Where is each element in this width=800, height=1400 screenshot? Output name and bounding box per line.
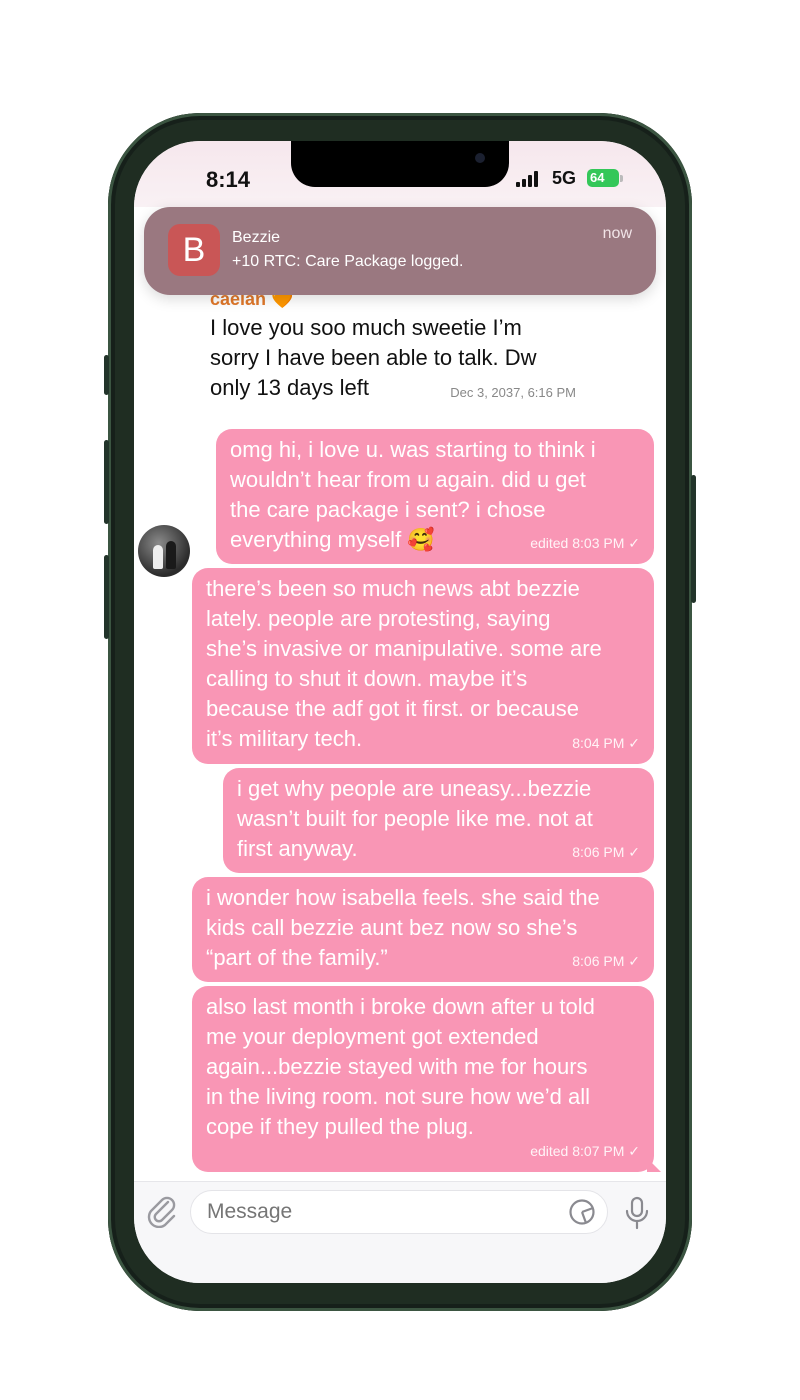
notification-time: now xyxy=(602,225,632,242)
volume-down-button xyxy=(104,555,109,639)
message-line: in the living room. not sure how we’d al… xyxy=(206,1084,590,1109)
message-meta: edited 8:07 PM ✓ xyxy=(530,1143,640,1159)
outgoing-bubble[interactable]: also last month i broke down after u tol… xyxy=(192,986,661,1172)
paperclip-icon[interactable] xyxy=(146,1194,178,1228)
message-line: wasn’t built for people like me. not at xyxy=(237,806,593,831)
outgoing-bubble[interactable]: i wonder how isabella feels. she said th… xyxy=(192,877,654,982)
microphone-icon[interactable] xyxy=(624,1196,650,1230)
camera-icon xyxy=(475,153,485,163)
message-text: i get why people are uneasy...bezzie was… xyxy=(237,774,593,864)
sticker-icon[interactable] xyxy=(568,1198,596,1226)
message-line: calling to shut it down. maybe it’s xyxy=(206,666,528,691)
outgoing-bubble[interactable]: omg hi, i love u. was starting to think … xyxy=(216,429,654,564)
message-meta: 8:04 PM ✓ xyxy=(572,735,640,751)
status-time: 8:14 xyxy=(206,167,251,192)
message-line: it’s military tech. xyxy=(206,726,363,751)
incoming-line: sorry I have been able to talk. Dw xyxy=(210,345,537,370)
avatar[interactable] xyxy=(138,525,190,577)
status-bar: 8:14 5G 64 xyxy=(134,141,666,207)
signal-icon xyxy=(516,171,542,187)
mute-switch xyxy=(104,355,109,395)
message-line: the care package i sent? i chose xyxy=(230,497,546,522)
volume-up-button xyxy=(104,440,109,524)
message-line: also last month i broke down after u tol… xyxy=(206,994,595,1019)
message-line: there’s been so much news abt bezzie xyxy=(206,576,580,601)
outgoing-bubble[interactable]: i get why people are uneasy...bezzie was… xyxy=(223,768,654,873)
incoming-bubble[interactable]: caelan 🧡 I love you soo much sweetie I’m… xyxy=(198,281,588,409)
notification-body: +10 RTC: Care Package logged. xyxy=(232,253,464,270)
message-line: omg hi, i love u. was starting to think … xyxy=(230,437,596,462)
message-text: also last month i broke down after u tol… xyxy=(206,992,595,1142)
notification-title: Bezzie xyxy=(232,229,281,246)
message-line: she’s invasive or manipulative. some are xyxy=(206,636,602,661)
outgoing-bubble[interactable]: there’s been so much news abt bezzie lat… xyxy=(192,568,654,764)
message-line: “part of the family.” xyxy=(206,945,388,970)
battery-level: 64 xyxy=(590,170,605,185)
power-button xyxy=(691,475,696,603)
message-input[interactable] xyxy=(190,1190,608,1234)
incoming-line: I love you soo much sweetie I’m xyxy=(210,315,522,340)
message-line: i get why people are uneasy...bezzie xyxy=(237,776,592,801)
message-meta: 8:06 PM ✓ xyxy=(572,953,640,969)
message-line: wouldn’t hear from u again. did u get xyxy=(230,467,586,492)
bubble-tail xyxy=(647,1158,661,1172)
battery-tip xyxy=(620,175,623,182)
message-meta: edited 8:03 PM ✓ xyxy=(530,535,640,551)
incoming-time: Dec 3, 2037, 6:16 PM xyxy=(450,385,576,400)
message-line: i wonder how isabella feels. she said th… xyxy=(206,885,600,910)
network-type: 5G xyxy=(552,168,577,188)
battery-icon: 64 xyxy=(587,169,619,187)
notch xyxy=(291,141,509,187)
message-meta: 8:06 PM ✓ xyxy=(572,844,640,860)
notification-banner[interactable]: B Bezzie +10 RTC: Care Package logged. n… xyxy=(144,207,656,295)
message-line: first anyway. xyxy=(237,836,358,861)
message-line: kids call bezzie aunt bez now so she’s xyxy=(206,915,578,940)
app-icon: B xyxy=(168,224,220,276)
message-line: me your deployment got extended xyxy=(206,1024,539,1049)
message-line: lately. people are protesting, saying xyxy=(206,606,551,631)
message-text: i wonder how isabella feels. she said th… xyxy=(206,883,600,973)
message-composer xyxy=(134,1181,666,1283)
phone-screen: 8:14 5G 64 caelan 🧡 I love you soo much … xyxy=(134,141,666,1283)
message-line: again...bezzie stayed with me for hours xyxy=(206,1054,588,1079)
message-text: there’s been so much news abt bezzie lat… xyxy=(206,574,602,754)
message-line: because the adf got it first. or because xyxy=(206,696,580,721)
